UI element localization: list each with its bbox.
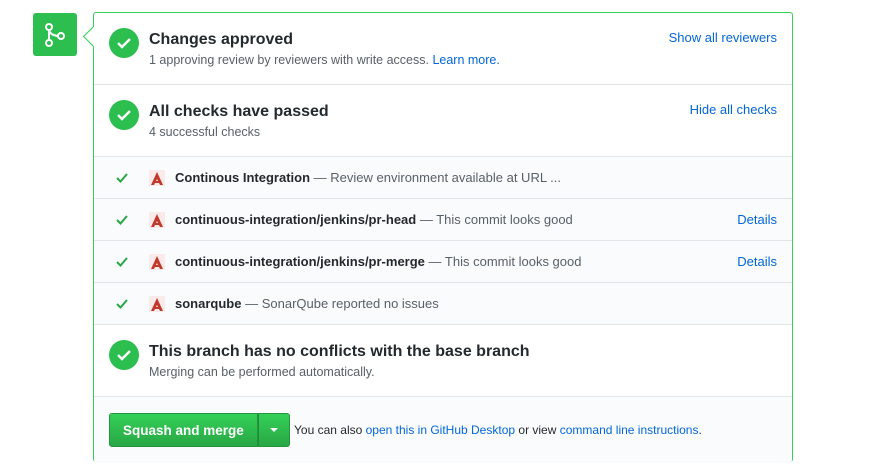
check-icon	[116, 173, 128, 183]
ci-app-logo-icon	[149, 170, 165, 186]
ci-app-logo-icon	[149, 212, 165, 228]
conflicts-subtitle: Merging can be performed automatically.	[149, 365, 375, 379]
check-icon	[116, 257, 128, 267]
git-merge-icon	[33, 13, 77, 56]
ci-app-logo-icon	[149, 296, 165, 312]
check-description: — SonarQube reported no issues	[245, 296, 439, 311]
check-name: sonarqube	[175, 296, 242, 311]
conflicts-section: This branch has no conflicts with the ba…	[94, 325, 792, 397]
check-icon	[109, 340, 139, 370]
alt-middle: or view	[518, 423, 557, 437]
learn-more-link[interactable]: Learn more.	[432, 53, 499, 67]
details-link[interactable]: Details	[737, 212, 777, 227]
check-icon	[109, 28, 139, 58]
review-subtitle-text: 1 approving review by reviewers with wri…	[149, 53, 429, 67]
check-description: — Review environment available at URL ..…	[313, 170, 562, 185]
check-name: Continous Integration	[175, 170, 311, 185]
merge-button-group: Squash and merge	[109, 413, 290, 447]
check-row: Continous Integration — Review environme…	[94, 157, 792, 199]
details-link[interactable]: Details	[737, 254, 777, 269]
alt-prefix: You can also	[294, 423, 363, 437]
check-description: — This commit looks good	[419, 212, 573, 227]
review-subtitle: 1 approving review by reviewers with wri…	[149, 53, 500, 67]
open-in-desktop-link[interactable]: open this in GitHub Desktop	[366, 423, 515, 437]
check-row: sonarqube — SonarQube reported no issues	[94, 283, 792, 325]
review-section: Changes approved 1 approving review by r…	[94, 13, 792, 85]
merge-method-dropdown-button[interactable]	[257, 413, 290, 447]
check-icon	[116, 215, 128, 225]
check-icon	[109, 100, 139, 130]
check-description: — This commit looks good	[428, 254, 582, 269]
squash-and-merge-button[interactable]: Squash and merge	[109, 413, 258, 447]
show-all-reviewers-link[interactable]: Show all reviewers	[669, 30, 777, 45]
check-row-text: continuous-integration/jenkins/pr-head —…	[175, 212, 573, 227]
check-row-text: Continous Integration — Review environme…	[175, 170, 561, 185]
hide-all-checks-link[interactable]: Hide all checks	[690, 102, 777, 117]
check-row-text: continuous-integration/jenkins/pr-merge …	[175, 254, 581, 269]
checks-list: Continous Integration — Review environme…	[94, 157, 792, 325]
check-row: continuous-integration/jenkins/pr-merge …	[94, 241, 792, 283]
review-title: Changes approved	[149, 31, 294, 48]
checks-subtitle: 4 successful checks	[149, 125, 261, 139]
check-name: continuous-integration/jenkins/pr-merge	[175, 254, 425, 269]
merge-alternatives-text: You can also open this in GitHub Desktop…	[294, 423, 702, 437]
merge-actions: Squash and merge You can also open this …	[94, 397, 792, 463]
ci-app-logo-icon	[149, 254, 165, 270]
command-line-instructions-link[interactable]: command line instructions	[560, 423, 699, 437]
check-row: continuous-integration/jenkins/pr-head —…	[94, 199, 792, 241]
checks-title: All checks have passed	[149, 103, 329, 120]
alt-suffix: .	[698, 423, 702, 437]
caret-down-icon	[269, 428, 278, 432]
check-icon	[116, 299, 128, 309]
check-row-text: sonarqube — SonarQube reported no issues	[175, 296, 439, 311]
merge-status-box: Changes approved 1 approving review by r…	[93, 12, 793, 463]
conflicts-title: This branch has no conflicts with the ba…	[149, 343, 530, 360]
checks-section: All checks have passed 4 successful chec…	[94, 85, 792, 157]
check-name: continuous-integration/jenkins/pr-head	[175, 212, 417, 227]
